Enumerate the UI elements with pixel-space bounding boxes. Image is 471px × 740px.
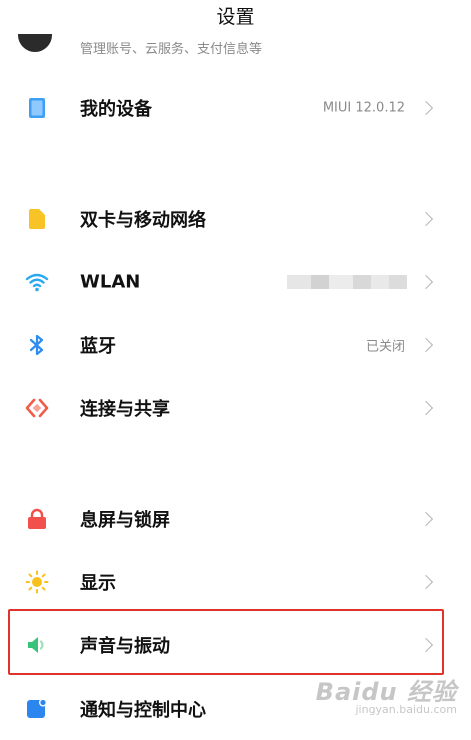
settings-item-connection-sharing[interactable]: 连接与共享 — [0, 377, 471, 439]
settings-item-lock-screen[interactable]: 息屏与锁屏 — [0, 488, 471, 550]
bluetooth-status: 已关闭 — [365, 339, 405, 355]
page-title: 设置 — [216, 6, 255, 28]
chevron-right-icon — [418, 511, 434, 527]
avatar — [18, 34, 52, 52]
settings-item-label: 双卡与移动网络 — [80, 210, 206, 231]
settings-item-label: 显示 — [80, 573, 116, 594]
wifi-icon — [24, 269, 50, 295]
sun-icon — [24, 569, 50, 595]
settings-item-bluetooth[interactable]: 蓝牙 已关闭 — [0, 314, 471, 376]
settings-item-label: 蓝牙 — [80, 336, 116, 357]
account-subtitle: 管理账号、云服务、支付信息等 — [80, 42, 263, 57]
settings-item-label: 我的设备 — [80, 99, 152, 120]
os-version-value: MIUI 12.0.12 — [322, 100, 405, 116]
highlight-box — [8, 609, 444, 675]
notification-icon — [24, 696, 50, 722]
watermark-logo: Baidu 经验 — [315, 678, 457, 706]
chevron-right-icon — [418, 100, 434, 116]
settings-item-display[interactable]: 显示 — [0, 551, 471, 613]
network-name-redacted — [287, 275, 407, 289]
share-icon — [24, 395, 50, 421]
chevron-right-icon — [418, 211, 434, 227]
settings-item-label: 连接与共享 — [80, 399, 170, 420]
lock-icon — [24, 506, 50, 532]
settings-item-wlan[interactable]: WLAN — [0, 251, 471, 313]
chevron-right-icon — [418, 574, 434, 590]
settings-item-sim[interactable]: 双卡与移动网络 — [0, 188, 471, 250]
bluetooth-icon — [24, 332, 50, 358]
settings-item-label: WLAN — [80, 271, 141, 293]
chevron-right-icon — [418, 400, 434, 416]
chevron-right-icon — [418, 274, 434, 290]
account-row[interactable]: 管理账号、云服务、支付信息等 — [0, 34, 471, 66]
settings-item-label: 息屏与锁屏 — [80, 510, 170, 531]
sim-card-icon — [24, 206, 50, 232]
watermark: Baidu 经验 jingyan.baidu.com — [316, 672, 457, 716]
chevron-right-icon — [418, 337, 434, 353]
tablet-icon — [24, 95, 50, 121]
settings-item-label: 通知与控制中心 — [80, 700, 206, 721]
settings-item-my-device[interactable]: 我的设备 MIUI 12.0.12 — [0, 77, 471, 139]
